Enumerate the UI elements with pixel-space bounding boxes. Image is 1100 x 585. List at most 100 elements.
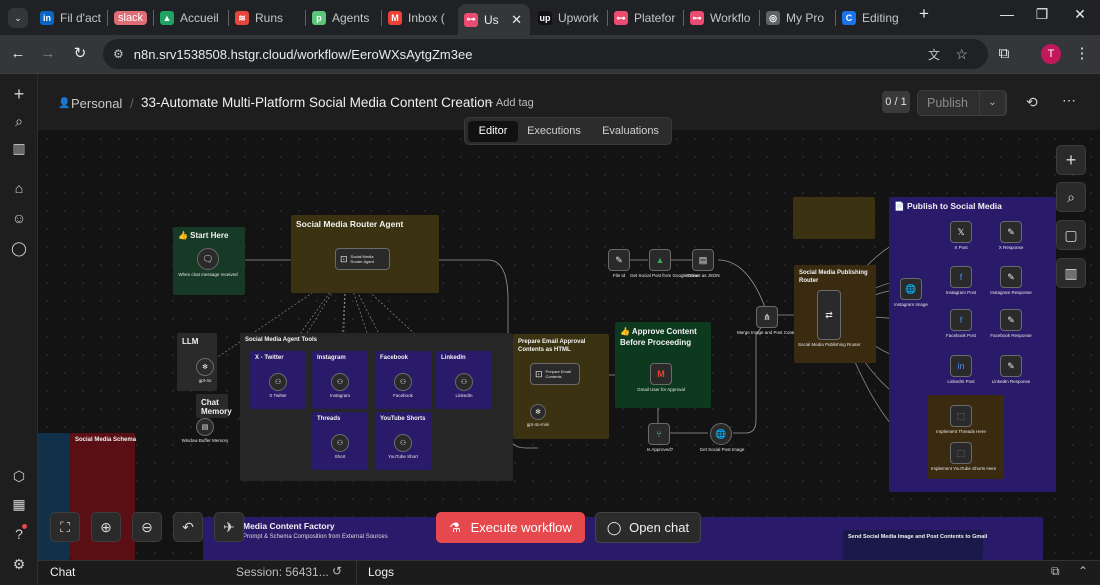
search-icon[interactable]: ⌕ <box>9 111 29 131</box>
post-node[interactable]: in <box>950 355 972 377</box>
tab-search-button[interactable]: ⌄ <box>8 8 28 28</box>
response-node[interactable]: ✎ <box>1000 266 1022 288</box>
user-icon[interactable]: ☺ <box>9 208 29 228</box>
new-tab-button[interactable]: + <box>912 4 936 24</box>
close-tab-icon[interactable]: ✕ <box>511 12 522 28</box>
open-chat-button[interactable]: ◯ Open chat <box>595 512 701 543</box>
tab-editor[interactable]: Editor <box>468 121 518 142</box>
sticky-tool-tile[interactable]: X - Twitter ⚇ X Twitter <box>250 351 306 409</box>
sticky-tool-tile[interactable]: LinkedIn ⚇ LinkedIn <box>436 351 492 409</box>
popout-icon[interactable]: ⧉ <box>1051 564 1060 579</box>
home-icon[interactable]: ⌂ <box>9 178 29 198</box>
reload-icon[interactable]: ↻ <box>70 44 90 64</box>
memory-node[interactable]: ▤ <box>196 418 214 436</box>
tab-executions[interactable]: Executions <box>521 121 587 142</box>
gmail-approval-node[interactable]: M <box>650 363 672 385</box>
zoom-out-button[interactable]: ⊖ <box>132 512 162 542</box>
url-text[interactable]: n8n.srv1538508.hstgr.cloud/workflow/Eero… <box>134 47 473 62</box>
breadcrumb-personal[interactable]: Personal <box>71 96 122 111</box>
execute-workflow-button[interactable]: ⚗ Execute workflow <box>436 512 585 543</box>
workflow-canvas[interactable]: 👍 Start Here 🗨 When chat message receive… <box>38 130 1100 560</box>
forward-icon[interactable]: → <box>38 44 58 64</box>
browser-tab[interactable]: ▲ Accueil <box>154 5 227 31</box>
browser-tab[interactable]: up Upwork <box>532 5 606 31</box>
toggle-panel-button[interactable]: ▥ <box>1056 258 1086 288</box>
extensions-icon[interactable]: ⧉ <box>994 44 1014 64</box>
tool-workflow-node[interactable]: ⚇ <box>269 373 287 391</box>
sticky-tool-tile[interactable]: Facebook ⚇ Facebook <box>375 351 431 409</box>
browser-tab[interactable]: ≋ Runs <box>229 5 304 31</box>
tool-workflow-node[interactable]: ⚇ <box>331 373 349 391</box>
publish-dropdown-icon[interactable]: ⌄ <box>979 90 1006 116</box>
sticky-tool-tile[interactable]: Threads ⚇ Short <box>312 412 368 470</box>
address-bar[interactable]: ⚙ n8n.srv1538508.hstgr.cloud/workflow/Ee… <box>103 39 988 69</box>
post-node[interactable]: 𝕏 <box>950 221 972 243</box>
profile-avatar[interactable]: T <box>1041 44 1061 64</box>
minimize-button[interactable]: — <box>995 6 1019 22</box>
response-node[interactable]: ✎ <box>1000 309 1022 331</box>
insights-icon[interactable]: ▦ <box>9 494 29 514</box>
bookmark-star-icon[interactable]: ☆ <box>955 46 968 63</box>
browser-tab[interactable]: ⊶ Workflo <box>684 5 758 31</box>
close-window-button[interactable]: ✕ <box>1068 6 1092 23</box>
google-drive-node[interactable]: ▲ <box>649 249 671 271</box>
router-agent-node[interactable]: ⊡ Social Media Router Agent <box>335 248 390 270</box>
sticky-note-button[interactable]: ▢ <box>1056 220 1086 250</box>
email-model-node[interactable]: ✻ <box>530 404 546 420</box>
templates-icon[interactable]: ⬡ <box>9 466 29 486</box>
tool-workflow-node[interactable]: ⚇ <box>455 373 473 391</box>
history-icon[interactable]: ⟲ <box>1026 94 1038 111</box>
browser-tab[interactable]: M Inbox ( <box>382 5 456 31</box>
undo-button[interactable]: ↶ <box>173 512 203 542</box>
merge-node[interactable]: ⋔ <box>756 306 778 328</box>
more-options-icon[interactable]: ⋯ <box>1062 92 1076 109</box>
workflow-title[interactable]: 33-Automate Multi-Platform Social Media … <box>141 95 492 110</box>
canvas-search-button[interactable]: ⌕ <box>1056 182 1086 212</box>
browser-tab[interactable]: in Fil d'act <box>34 5 106 31</box>
tab-evaluations[interactable]: Evaluations <box>593 121 668 142</box>
implement-threads-node[interactable]: ⬚ <box>950 405 972 427</box>
reset-session-icon[interactable]: ↺ <box>332 564 342 578</box>
sticky-chat-memory[interactable]: Chat Memory <box>196 394 232 418</box>
post-node[interactable]: f <box>950 309 972 331</box>
fit-view-button[interactable]: ⛶ <box>50 512 80 542</box>
sidebar-toggle-icon[interactable]: ▥ <box>9 138 29 158</box>
translate-icon[interactable]: 文 <box>928 46 940 63</box>
extract-json-node[interactable]: ▤ <box>692 249 714 271</box>
publish-button[interactable]: Publish ⌄ <box>917 90 1007 116</box>
response-node[interactable]: ✎ <box>1000 221 1022 243</box>
restore-button[interactable]: ❐ <box>1030 6 1054 23</box>
chat-trigger-node[interactable]: 🗨 <box>197 248 219 270</box>
implement-yt-node[interactable]: ⬚ <box>950 442 972 464</box>
publishing-router-node[interactable]: ⇄ <box>817 290 841 340</box>
instagram-image-node[interactable]: 🌐 <box>900 278 922 300</box>
browser-tab[interactable]: ⊶ Platefor <box>608 5 682 31</box>
chat-panel-tab[interactable]: Chat <box>50 565 75 579</box>
add-node-button[interactable]: + <box>1056 145 1086 175</box>
sticky-note-small[interactable] <box>793 197 875 239</box>
zoom-in-button[interactable]: ⊕ <box>91 512 121 542</box>
sticky-tool-tile[interactable]: Instagram ⚇ Instagram <box>312 351 368 409</box>
site-info-icon[interactable]: ⚙ <box>113 47 124 61</box>
add-icon[interactable]: + <box>9 84 29 104</box>
add-tag-button[interactable]: + Add tag <box>487 97 534 109</box>
tool-workflow-node[interactable]: ⚇ <box>394 434 412 452</box>
browser-tab[interactable]: C Editing <box>836 5 910 31</box>
sticky-tool-tile[interactable]: YouTube Shorts ⚇ YouTube Short <box>375 412 431 470</box>
browser-tab[interactable]: p Agents <box>306 5 380 31</box>
openai-model-node[interactable]: ✻ <box>196 358 214 376</box>
settings-icon[interactable]: ⚙ <box>9 554 29 574</box>
get-social-image-node[interactable]: 🌐 <box>710 423 732 445</box>
logs-panel-tab[interactable]: Logs <box>368 565 394 579</box>
sticky-send-gmail[interactable]: Send Social Media Image and Post Content… <box>843 530 987 560</box>
browser-menu-icon[interactable]: ⋮ <box>1072 44 1092 64</box>
back-icon[interactable]: ← <box>8 44 28 64</box>
collapse-panel-icon[interactable]: ⌃ <box>1078 564 1088 578</box>
file-id-node[interactable]: ✎ <box>608 249 630 271</box>
tidy-up-button[interactable]: ✈ <box>214 512 244 542</box>
response-node[interactable]: ✎ <box>1000 355 1022 377</box>
tool-workflow-node[interactable]: ⚇ <box>331 434 349 452</box>
browser-tab[interactable]: ◎ My Pro <box>760 5 834 31</box>
chat-bubble-icon[interactable]: ◯ <box>9 238 29 258</box>
is-approved-node[interactable]: ⑂ <box>648 423 670 445</box>
